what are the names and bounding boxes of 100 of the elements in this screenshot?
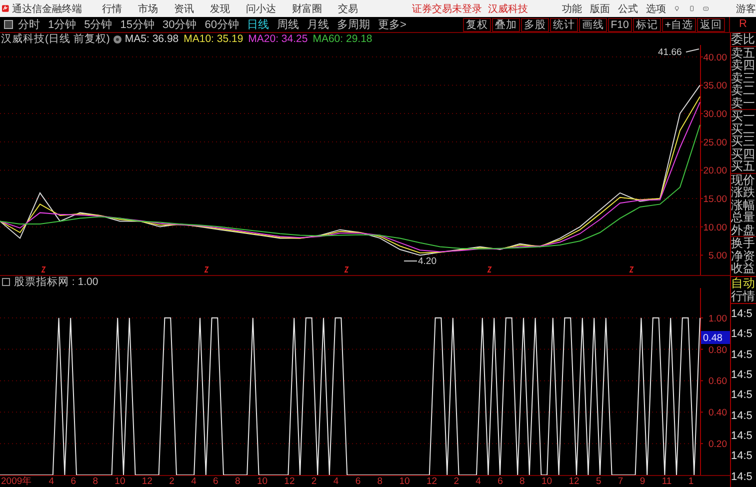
period-tab[interactable]: 周线 [277,17,299,32]
time-label: 12 [426,476,438,487]
time-label: 6 [213,476,218,487]
axis-label: 0.20 [708,439,727,450]
time-label: 10 [114,476,126,487]
event-marker-icon [204,266,209,272]
period-tab[interactable]: 多周期 [337,17,370,32]
toolbar-button[interactable]: 复权 [462,18,491,32]
time-label: 8 [92,476,98,487]
ma-value: MA20: 34.25 [248,33,308,45]
time-label: 7 [618,476,624,487]
quote-field-label: 卖一 [731,96,756,110]
quote-tab[interactable]: R [729,17,756,32]
menu-item[interactable]: 版面 [590,2,610,16]
period-tab[interactable]: 更多> [378,17,406,32]
axis-label: 15.00 [703,194,727,206]
period-tab[interactable]: 5分钟 [84,17,112,32]
tick-time: 14:5 [731,328,754,340]
time-label: 11 [662,476,672,487]
time-label: 10 [542,476,552,487]
toolbar-button[interactable]: +自选 [662,18,696,32]
stock-name: 汉威科技 [488,2,528,16]
quote-field-label: 收益 [731,262,756,275]
tick-time: 14:5 [731,470,754,483]
tick-time: 14:5 [731,430,754,442]
time-label: 4 [476,476,481,487]
quote-field-label: 卖五 [731,46,756,60]
toolbar-button[interactable]: 统计 [550,18,578,32]
axis-label: 35.00 [703,80,727,92]
time-label: 8 [234,476,240,487]
menu-item[interactable]: 资讯 [174,2,194,16]
time-label: 6 [355,476,361,487]
event-marker-icon [629,266,634,272]
event-marker-icon [41,266,46,272]
panel-tab[interactable]: 行情 [731,290,756,303]
chart-title: 汉威科技(日线 前复权) [1,32,110,46]
toolbar-button[interactable]: 多股 [520,18,549,32]
user-name[interactable]: 游客 [736,2,756,16]
menu-item[interactable]: 公式 [618,2,638,16]
time-label: 12 [284,476,295,487]
menu-item[interactable]: 问小达 [246,2,276,16]
time-label: 6 [70,476,76,487]
bulb-icon[interactable] [674,3,680,14]
quote-field-label: 净资 [731,250,756,262]
toolbar-button[interactable]: 标记 [632,18,661,32]
low-price-label: 4.20 [418,256,436,267]
time-label: 8 [520,476,525,487]
axis-label: 30.00 [703,109,727,120]
axis-label: 5.00 [708,250,727,262]
ma-value: MA60: 29.18 [312,33,372,45]
menu-item[interactable]: 行情 [102,2,122,16]
leader-line [404,260,418,262]
quote-field-label: 买四 [731,148,756,160]
time-label: 5 [596,476,602,487]
gear-icon[interactable] [112,34,122,44]
time-label: 1 [688,476,694,487]
event-marker-icon [487,266,492,272]
phone-icon[interactable] [688,3,694,14]
time-label: 2 [311,476,317,487]
quote-field-label: 委比 [731,33,756,46]
tick-time: 14:5 [731,450,754,462]
time-label: 12 [568,476,580,487]
menu-item[interactable]: 市场 [138,2,158,16]
quote-field-label: 涨跌 [731,186,756,199]
period-tab[interactable]: 60分钟 [204,17,239,32]
axis-label: 25.00 [703,137,727,148]
indicator-icon[interactable] [2,278,10,286]
menu-item[interactable]: 交易 [338,2,358,16]
menu-item[interactable]: 选项 [646,2,666,16]
period-tab[interactable]: 1分钟 [48,17,76,32]
period-tab[interactable]: 30分钟 [162,17,197,32]
ma-value: MA10: 35.19 [184,33,244,45]
tick-time: 14:5 [731,308,754,320]
menu-item[interactable]: 发现 [210,2,230,16]
menu-item[interactable]: 财富圈 [292,2,322,16]
time-label: 9 [640,476,646,487]
toolbar-button[interactable]: 返回 [697,18,725,32]
auto-toggle[interactable]: 自动 [731,277,756,290]
quote-field-label: 卖二 [731,84,756,97]
period-tab[interactable]: 15分钟 [120,17,154,32]
time-label: 2009年 [1,476,32,487]
quote-field-label: 换手 [731,237,756,250]
quote-field-label: 现价 [731,174,756,186]
ma-value: MA5: 36.98 [124,33,179,45]
indicator-title: 股票指标网 : 1.00 [14,275,98,289]
app-name: 通达信金融终端 [12,2,82,16]
axis-label: 20.00 [703,166,727,177]
current-value-label: 0.48 [701,331,730,344]
quote-field-label: 卖三 [731,72,756,84]
panel-toggle-icon[interactable] [4,20,13,29]
toolbar-button[interactable]: 叠加 [492,18,520,32]
quote-field-label: 买三 [731,135,756,148]
toolbar-button[interactable]: F10 [608,18,632,32]
period-tab[interactable]: 月线 [307,17,329,32]
axis-label: 40.00 [703,52,727,64]
toolbar-button[interactable]: 画线 [578,18,607,32]
period-tab[interactable]: 日线 [247,17,269,32]
menu-item[interactable]: 功能 [562,2,582,16]
period-tab[interactable]: 分时 [18,17,40,32]
quote-field-label: 涨幅 [731,198,756,212]
